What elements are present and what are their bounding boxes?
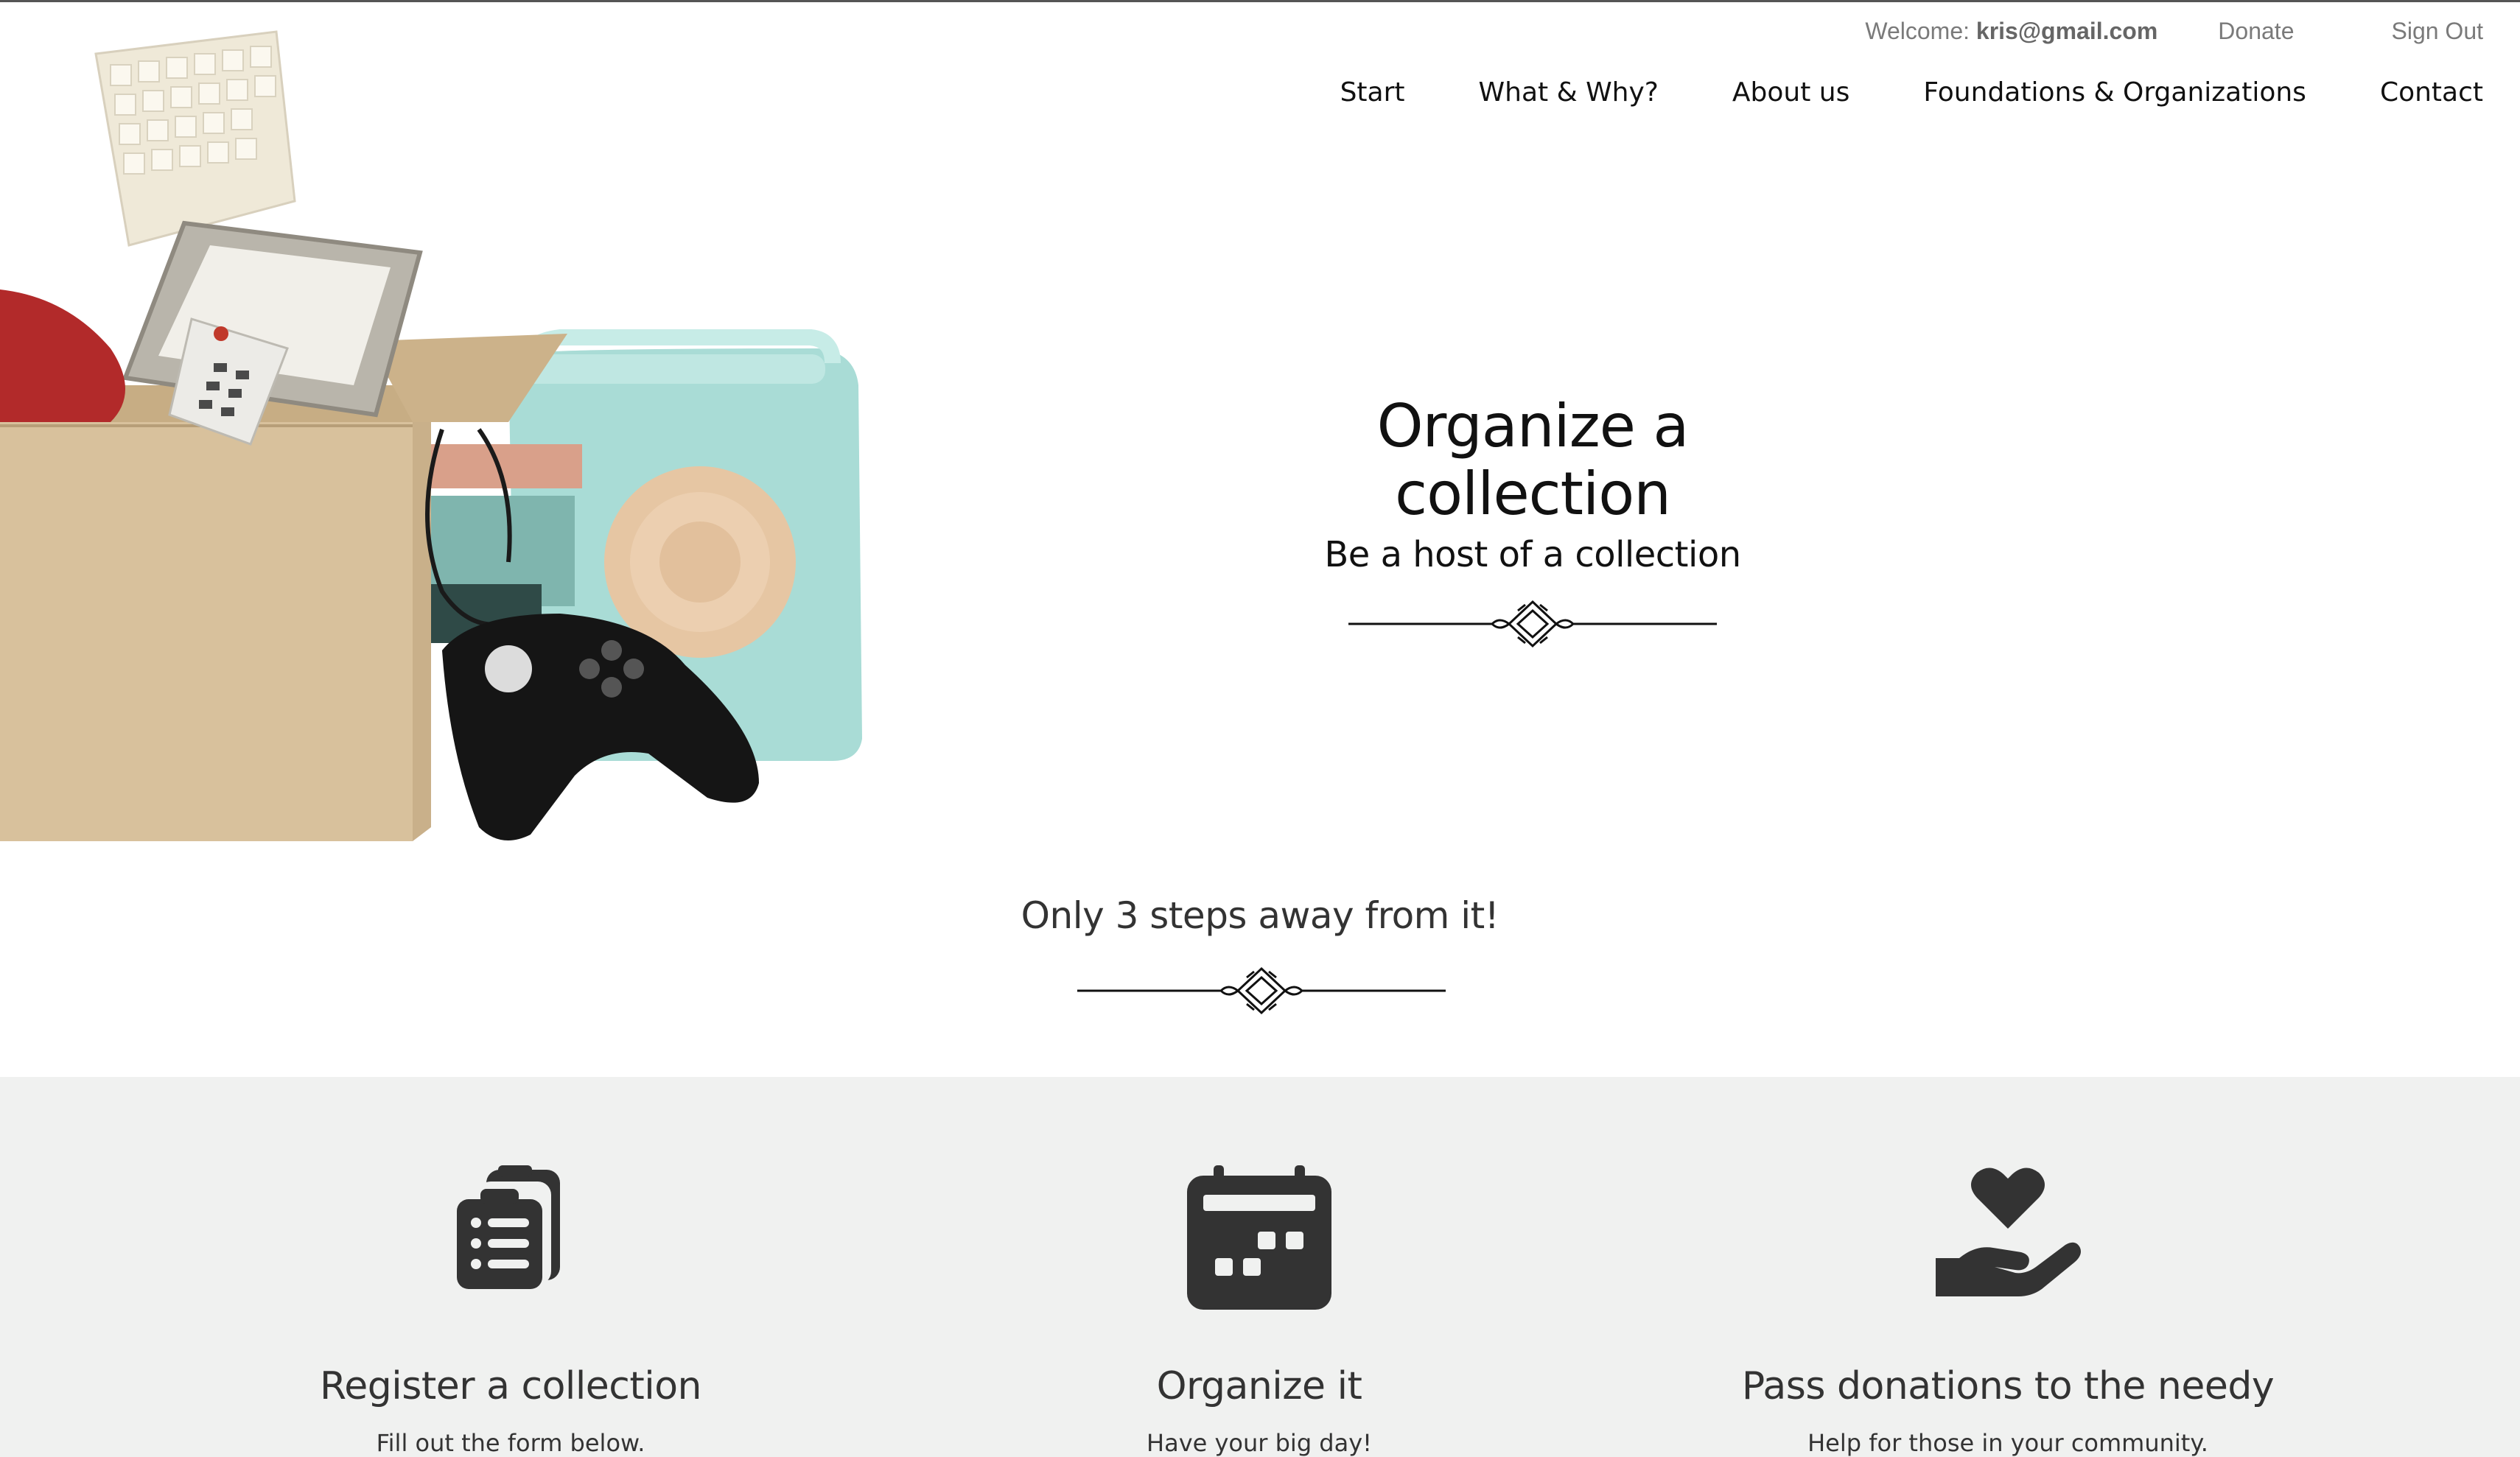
step-title: Register a collection — [319, 1364, 702, 1408]
decorative-divider-icon — [1348, 600, 1717, 648]
main-nav: Start What & Why? About us Foundations &… — [1340, 77, 2483, 108]
account-bar: Welcome: kris@gmail.com Donate Sign Out — [1865, 13, 2483, 49]
step-title: Organize it — [1156, 1364, 1362, 1408]
decorative-divider-icon — [1077, 966, 1446, 1015]
hero-subtitle: Be a host of a collection — [1324, 534, 1741, 575]
sign-out-link[interactable]: Sign Out — [2391, 18, 2483, 45]
step-description: Help for those in your community. — [1807, 1429, 2208, 1457]
hero-text-block: Organize a collection Be a host of a col… — [1238, 393, 1827, 653]
step-description: Fill out the form below. — [376, 1429, 645, 1457]
steps-heading-section: Only 3 steps away from it! — [0, 841, 2520, 1077]
keyboard-shape — [94, 30, 296, 247]
steps-title: Only 3 steps away from it! — [1021, 894, 1499, 937]
nav-item-foundations[interactable]: Foundations & Organizations — [1923, 77, 2306, 108]
nav-item-contact[interactable]: Contact — [2380, 77, 2483, 108]
nav-item-start[interactable]: Start — [1340, 77, 1405, 108]
hero-image-donation-box — [0, 30, 862, 841]
welcome-text: Welcome: kris@gmail.com — [1865, 18, 2157, 45]
hero-section: Welcome: kris@gmail.com Donate Sign Out … — [0, 2, 2520, 843]
nav-item-what-why[interactable]: What & Why? — [1479, 77, 1659, 108]
hand-holding-heart-icon — [1936, 1168, 2081, 1296]
clipboard-list-icon — [457, 1165, 560, 1289]
step-description: Have your big day! — [1147, 1429, 1372, 1457]
user-email: kris@gmail.com — [1975, 17, 2158, 44]
nav-item-about-us[interactable]: About us — [1732, 77, 1849, 108]
step-title: Pass donations to the needy — [1741, 1364, 2275, 1408]
phone-shape — [0, 289, 125, 422]
calendar-icon — [1187, 1165, 1331, 1310]
welcome-label: Welcome: — [1865, 17, 1970, 44]
steps-panel: Register a collection Fill out the form … — [0, 1077, 2520, 1457]
hero-title: Organize a collection — [1376, 392, 1690, 528]
donate-link[interactable]: Donate — [2218, 18, 2294, 45]
